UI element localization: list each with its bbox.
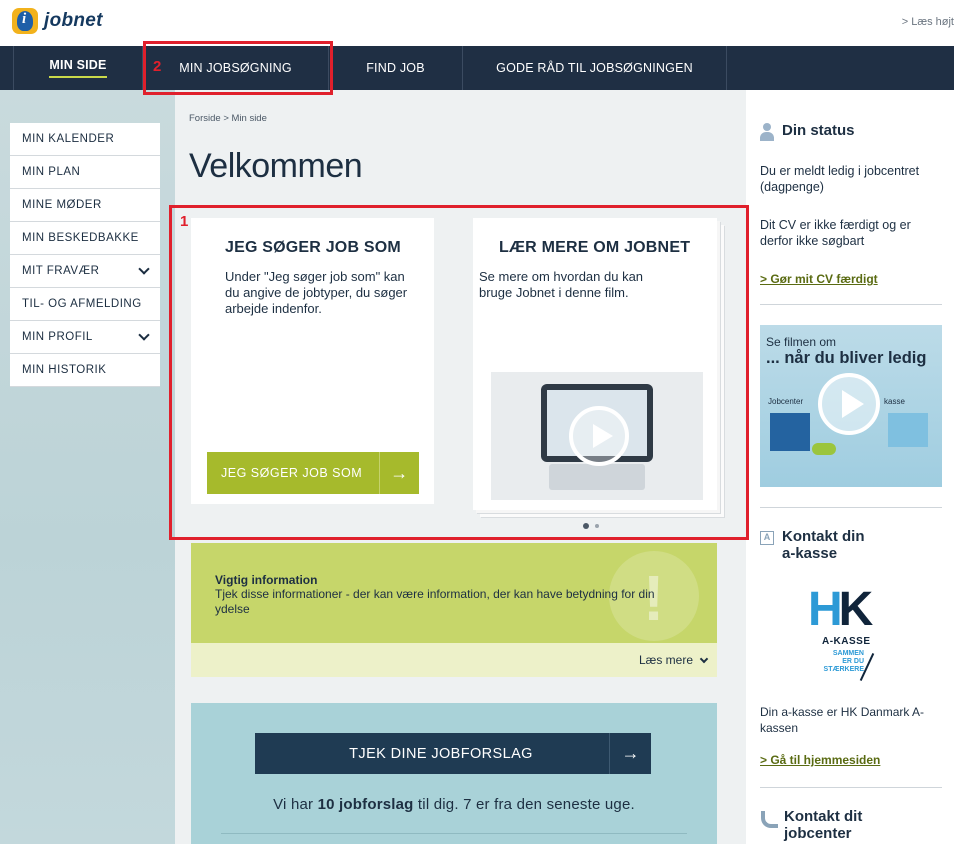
bush-illustration <box>812 443 836 455</box>
chevron-down-icon <box>138 263 150 275</box>
logo-badge-icon: i <box>12 8 38 34</box>
status-text-ledig: Du er meldt ledig i jobcentret (dagpenge… <box>760 164 920 194</box>
status-title: Din status <box>782 122 855 139</box>
annotation-number-1: 1 <box>180 213 189 230</box>
read-aloud-link[interactable]: > Læs højt <box>902 16 954 28</box>
text-prefix: Vi har <box>273 796 318 813</box>
sidebar-item-label: TIL- OG AFMELDING <box>22 298 142 310</box>
akasse-title-line1: Kontakt din <box>782 528 865 545</box>
button-label: TJEK DINE JOBFORSLAG <box>349 745 533 762</box>
jobcenter-heading: Kontakt dit jobcenter <box>760 808 862 842</box>
sidebar-item-plan[interactable]: MIN PLAN <box>10 156 160 189</box>
divider <box>221 833 687 834</box>
jobcenter-title-line1: Kontakt dit <box>784 808 863 825</box>
play-icon[interactable] <box>818 373 880 435</box>
jobcenter-title-line2: jobcenter <box>784 825 852 842</box>
nav-min-side[interactable]: MIN SIDE <box>13 46 143 90</box>
hk-tagline: SAMMEN ER DU STÆRKERE <box>808 650 864 674</box>
sidebar-item-moder[interactable]: MINE MØDER <box>10 189 160 222</box>
building-icon <box>770 413 810 451</box>
sidebar-item-label: MIN PLAN <box>22 166 81 178</box>
check-job-suggestions-button[interactable]: TJEK DINE JOBFORSLAG → <box>255 733 651 774</box>
nav-label: MIN SIDE <box>49 58 107 78</box>
sidebar-item-label: MIN HISTORIK <box>22 364 107 376</box>
logo-text: jobnet <box>44 10 103 31</box>
sidebar-item-historik[interactable]: MIN HISTORIK <box>10 354 160 387</box>
sidebar-item-label: MIN KALENDER <box>22 133 115 145</box>
sidebar-item-kalender[interactable]: MIN KALENDER <box>10 123 160 156</box>
status-text-cv: Dit CV er ikke færdigt og er derfor ikke… <box>760 218 911 248</box>
hk-tag-line1: SAMMEN <box>832 650 864 657</box>
hk-tag-line3: STÆRKERE <box>823 666 864 673</box>
jobcenter-title: Kontakt dit jobcenter <box>784 808 862 842</box>
annotation-number-2: 2 <box>153 58 162 75</box>
building-icon <box>888 413 928 447</box>
ledig-video-thumbnail[interactable]: Se filmen om ... når du bliver ledig Job… <box>760 325 942 487</box>
nav-find-job[interactable]: FIND JOB <box>329 46 463 90</box>
chevron-down-icon <box>138 329 150 341</box>
top-bar: i jobnet > Læs højt <box>0 0 954 46</box>
akasse-text: Din a-kasse er HK Danmark A-kassen <box>760 705 925 735</box>
video-caption-small: Se filmen om <box>766 335 837 349</box>
hk-letter-h: H <box>808 583 843 636</box>
breadcrumb[interactable]: Forside > Min side <box>189 113 267 124</box>
hk-tag-line2: ER DU <box>842 658 864 665</box>
page-title: Velkommen <box>189 147 363 185</box>
video-caption-large: ... når du bliver ledig <box>766 349 927 367</box>
info-text: Tjek disse informationer - der kan være … <box>215 587 655 616</box>
video-label-jobcenter: Jobcenter <box>768 397 804 406</box>
hk-letters: HK <box>808 583 874 636</box>
divider <box>760 507 942 508</box>
logo-letter: i <box>22 11 27 27</box>
akasse-homepage-link[interactable]: > Gå til hjemmesiden <box>760 753 880 767</box>
sidebar-item-label: MIT FRAVÆR <box>22 265 100 277</box>
sidebar-item-beskedbakke[interactable]: MIN BESKEDBAKKE <box>10 222 160 255</box>
nav-label: GODE RÅD TIL JOBSØGNINGEN <box>496 61 693 75</box>
cv-finish-link[interactable]: > Gør mit CV færdigt <box>760 272 878 286</box>
divider <box>760 304 942 305</box>
divider <box>760 787 942 788</box>
hk-subtitle: A-KASSE <box>822 636 871 647</box>
akasse-title-line2: a-kasse <box>782 545 838 562</box>
job-suggestions-text: Vi har 10 jobforslag til dig. 7 er fra d… <box>191 796 717 813</box>
nav-label: FIND JOB <box>366 61 425 75</box>
chevron-down-icon <box>699 654 709 663</box>
a-kasse-icon: A <box>760 531 774 545</box>
annotation-box-2 <box>143 41 333 95</box>
read-more-button[interactable]: Læs mere <box>191 643 717 677</box>
status-heading: Din status <box>760 122 855 141</box>
right-column: Din status Du er meldt ledig i jobcentre… <box>746 90 954 844</box>
sidebar-menu: MIN KALENDER MIN PLAN MINE MØDER MIN BES… <box>10 123 160 387</box>
sidebar-item-label: MIN BESKEDBAKKE <box>22 232 139 244</box>
phone-icon <box>760 810 778 828</box>
read-more-label: Læs mere <box>638 653 693 667</box>
jobnet-logo[interactable]: i jobnet <box>12 8 103 34</box>
arrow-right-icon: → <box>609 733 651 774</box>
sidebar-item-afmelding[interactable]: TIL- OG AFMELDING <box>10 288 160 321</box>
akasse-title: Kontakt din a-kasse <box>782 528 865 562</box>
job-suggestions-box: TJEK DINE JOBFORSLAG → Vi har 10 jobfors… <box>191 703 717 844</box>
important-info-box: ! Vigtig information Tjek disse informat… <box>191 543 717 643</box>
sidebar-item-label: MINE MØDER <box>22 199 102 211</box>
text-suffix: til dig. 7 er fra den seneste uge. <box>413 796 635 813</box>
sidebar-item-profil[interactable]: MIN PROFIL <box>10 321 160 354</box>
text-count: 10 jobforslag <box>317 796 414 813</box>
sidebar-item-label: MIN PROFIL <box>22 331 93 343</box>
nav-gode-raad[interactable]: GODE RÅD TIL JOBSØGNINGEN <box>463 46 727 90</box>
annotation-box-1 <box>169 205 749 540</box>
hk-letter-k: K <box>838 583 874 636</box>
person-icon <box>760 123 774 141</box>
video-label-kasse: kasse <box>884 397 905 406</box>
sidebar-item-fravaer[interactable]: MIT FRAVÆR <box>10 255 160 288</box>
info-title: Vigtig information <box>215 573 318 587</box>
akasse-heading: A Kontakt din a-kasse <box>760 528 865 562</box>
hk-akasse-logo: HK A-KASSE SAMMEN ER DU STÆRKERE <box>808 586 888 682</box>
